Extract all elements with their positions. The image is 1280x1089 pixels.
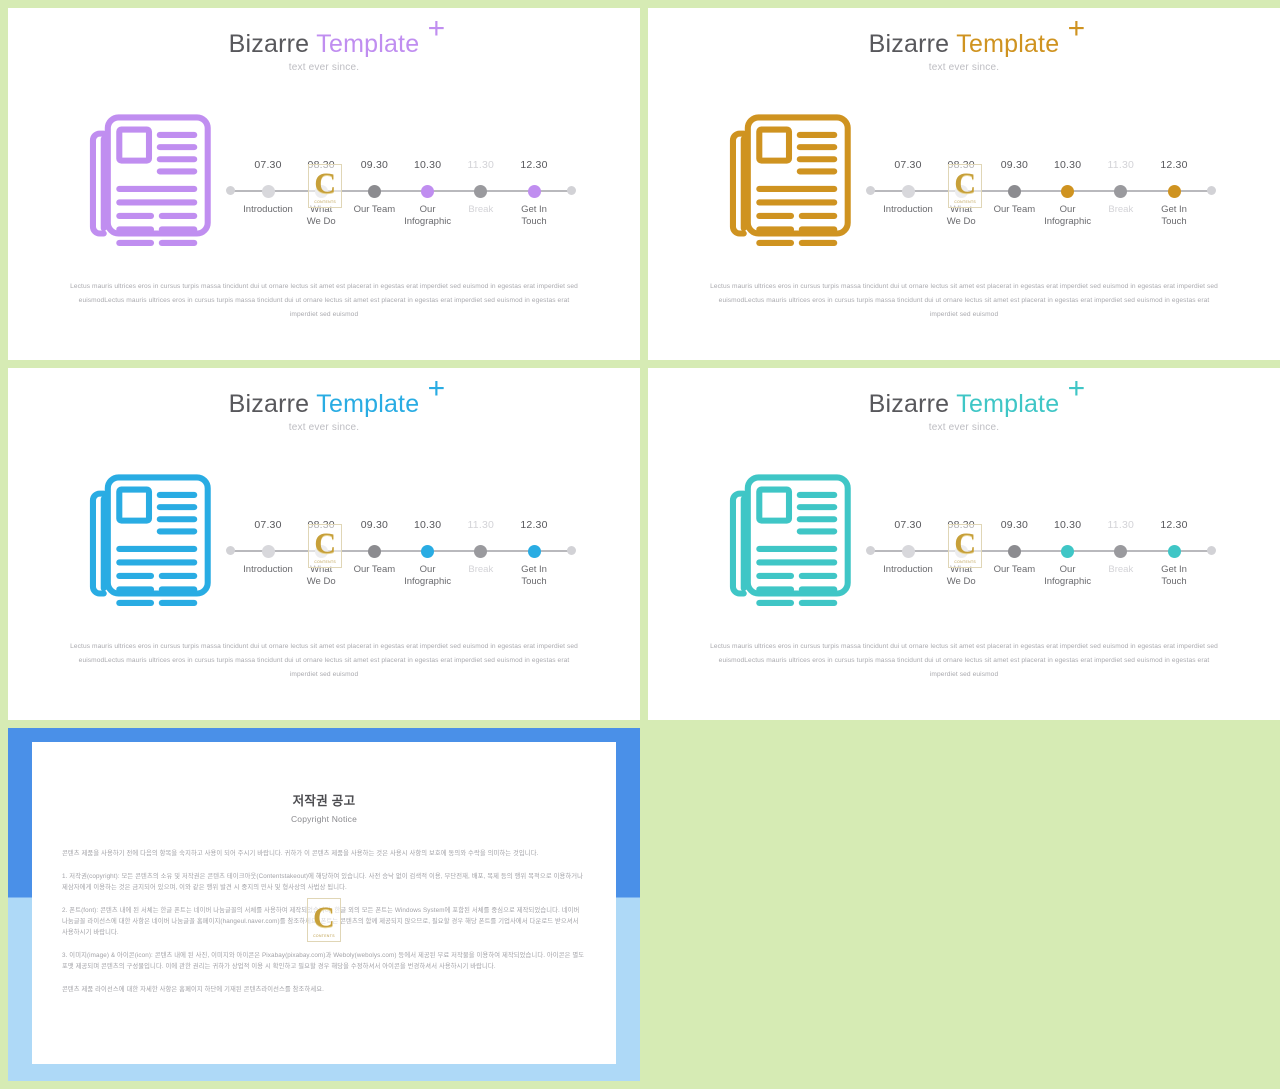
page-subtitle: text ever since. [928,422,1000,433]
slide-header: Bizarre Template + text ever since. [8,374,640,434]
timeline-dot[interactable] [901,545,915,558]
page-subtitle: text ever since. [288,62,360,73]
timeline-dot[interactable] [901,185,915,198]
slide-header: Bizarre Template + text ever since. [8,14,640,74]
timeline-dot[interactable] [261,545,275,558]
newspaper-icon [80,112,220,247]
copyright-paragraph: 1. 저작권(copyright): 모든 콘텐츠의 소유 및 저작권은 콘텐츠… [62,873,584,891]
timeline-dot[interactable] [1114,545,1128,558]
timeline-dot[interactable] [1167,545,1181,558]
timeline-dot[interactable] [367,185,381,198]
timeline-dot[interactable] [421,545,435,558]
timeline-item[interactable]: 12.30 Get In Touch [1134,158,1214,228]
title-word-primary: Bizarre [228,30,310,58]
timeline: 07.30 Introduction 08.30 What We Do 09.30 Our… [226,158,576,238]
copyright-paragraph: 콘텐츠 제품을 사용하기 전에 다음의 항목을 숙지하고 사용이 되어 주시기 … [62,850,539,857]
copyright-paragraph: 콘텐츠 제품 라이선스에 대한 자세한 사항은 홈페이지 하단에 기재된 콘텐츠… [62,986,324,993]
timeline-dot[interactable] [1167,185,1181,198]
title-word-accent: Template [316,390,420,418]
newspaper-icon [80,472,220,607]
body-paragraph: Lectus mauris ultrices eros in cursus tu… [70,643,578,678]
body-paragraph: Lectus mauris ultrices eros in cursus tu… [70,283,578,318]
title-word-accent: Template [956,30,1060,58]
title-word-primary: Bizarre [228,390,310,418]
plus-icon: + [427,12,446,45]
title-word-primary: Bizarre [868,390,950,418]
body-paragraph: Lectus mauris ultrices eros in cursus tu… [710,643,1218,678]
newspaper-icon [720,112,860,247]
timeline-dot[interactable] [474,545,488,558]
timeline-dot[interactable] [527,185,541,198]
copyright-page: 저작권 공고 Copyright Notice 콘텐츠 제품을 사용하기 전에 … [32,742,616,1064]
timeline-item[interactable]: 12.30 Get In Touch [494,518,574,588]
timeline-time: 12.30 [520,519,548,531]
timeline-time: 12.30 [1160,519,1188,531]
newspaper-icon [720,472,860,607]
timeline: 07.30 Introduction 08.30 What We Do 09.30 Our… [866,158,1216,238]
slide-deck-canvas: Bizarre Template + text ever since. 07.30… [0,0,1280,1089]
slide-panel-3[interactable]: Bizarre Template + text ever since. 07.30… [8,368,640,720]
timeline-dot[interactable] [1061,185,1075,198]
slide-panel-4[interactable]: Bizarre Template + text ever since. 07.30… [648,368,1280,720]
timeline-dot[interactable] [1007,545,1021,558]
copyright-paragraph: 3. 이미지(image) & 아이콘(icon): 콘텐츠 내에 된 사진, … [62,952,585,970]
timeline-dot[interactable] [1114,185,1128,198]
timeline-item[interactable]: 12.30 Get In Touch [1134,518,1214,588]
copyright-title: 저작권 공고 [292,794,356,808]
timeline-dot[interactable] [314,545,328,558]
timeline-dot[interactable] [314,185,328,198]
plus-icon: + [427,372,446,405]
title-word-accent: Template [956,390,1060,418]
timeline: 07.30 Introduction 08.30 What We Do 09.30 Our… [226,518,576,598]
plus-icon: + [1067,12,1086,45]
title-word-accent: Template [316,30,420,58]
timeline-item[interactable]: 12.30 Get In Touch [494,158,574,228]
timeline-label: Get In Touch [1161,564,1187,587]
timeline-dot[interactable] [1007,185,1021,198]
timeline-dot[interactable] [527,545,541,558]
timeline-time: 12.30 [520,159,548,171]
page-title: Bizarre Template + [868,374,1085,419]
page-subtitle: text ever since. [928,62,1000,73]
copyright-slide-frame[interactable]: 저작권 공고 Copyright Notice 콘텐츠 제품을 사용하기 전에 … [8,728,640,1081]
slide-header: Bizarre Template + text ever since. [648,14,1280,74]
timeline-dot[interactable] [1061,545,1075,558]
timeline-dot[interactable] [367,545,381,558]
slide-panel-2[interactable]: Bizarre Template + text ever since. 07.30… [648,8,1280,360]
slide-header: Bizarre Template + text ever since. [648,374,1280,434]
timeline: 07.30 Introduction 08.30 What We Do 09.30 Our… [866,518,1216,598]
timeline-label: Get In Touch [521,564,547,587]
plus-icon: + [1067,372,1086,405]
timeline-dot[interactable] [261,185,275,198]
timeline-dot[interactable] [954,185,968,198]
timeline-time: 12.30 [1160,159,1188,171]
slide-panel-1[interactable]: Bizarre Template + text ever since. 07.30… [8,8,640,360]
timeline-label: Get In Touch [1161,204,1187,227]
copyright-paragraph: 2. 폰트(font): 콘텐츠 내에 된 서체는 한글 폰트는 네이버 나눔글… [62,907,580,936]
timeline-dot[interactable] [474,185,488,198]
page-title: Bizarre Template + [228,374,445,419]
page-title: Bizarre Template + [228,14,445,59]
timeline-dot[interactable] [954,545,968,558]
timeline-dot[interactable] [421,185,435,198]
page-title: Bizarre Template + [868,14,1085,59]
title-word-primary: Bizarre [868,30,950,58]
copyright-body: 콘텐츠 제품을 사용하기 전에 다음의 항목을 숙지하고 사용이 되어 주시기 … [62,848,586,995]
body-paragraph: Lectus mauris ultrices eros in cursus tu… [710,283,1218,318]
page-subtitle: text ever since. [288,422,360,433]
timeline-label: Get In Touch [521,204,547,227]
copyright-subtitle: Copyright Notice [290,814,358,824]
